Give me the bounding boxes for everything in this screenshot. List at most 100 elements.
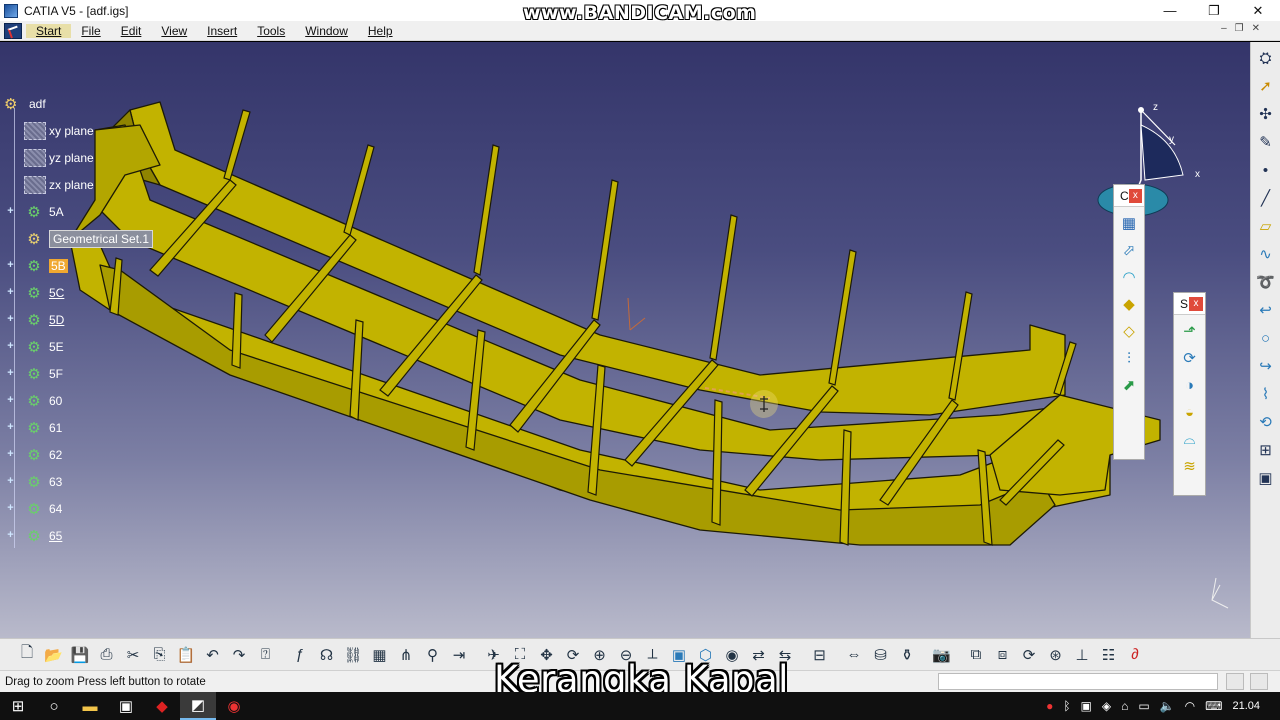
workbench-icon[interactable]: ⛭: [1255, 47, 1277, 69]
tree-node-yz-plane[interactable]: yz plane: [4, 144, 174, 171]
curves-floating-toolbar[interactable]: C x ▦ ⬀ ◠ ◆ ◇ ⫶ ⬈: [1113, 184, 1145, 460]
minimize-button[interactable]: —: [1148, 0, 1192, 21]
status-button-1[interactable]: [1226, 673, 1244, 690]
tray-icon[interactable]: ⌂: [1121, 699, 1128, 713]
tree-node-zx-plane[interactable]: zx plane: [4, 171, 174, 198]
volume-icon[interactable]: 🔈: [1160, 699, 1175, 713]
tree-label[interactable]: 5A: [49, 205, 64, 219]
toolbar-close-button[interactable]: x: [1189, 296, 1203, 311]
tree-label[interactable]: 65: [49, 529, 62, 543]
surfaces-floating-toolbar[interactable]: S x ⬏ ⟳ ◑ ◒ ⌓ ≋: [1173, 292, 1206, 496]
analysis-icon[interactable]: ⌇: [1255, 383, 1277, 405]
render-icon[interactable]: ⧈: [992, 644, 1014, 666]
maximize-button[interactable]: ❐: [1192, 0, 1236, 21]
blend-icon[interactable]: ≋: [1179, 455, 1201, 477]
bandicam-icon[interactable]: ◉: [216, 692, 252, 720]
menu-insert[interactable]: Insert: [197, 24, 247, 38]
formula-icon[interactable]: ƒ: [289, 644, 311, 666]
menu-tools[interactable]: Tools: [247, 24, 295, 38]
command-input[interactable]: [938, 673, 1218, 690]
new-icon[interactable]: 🗋: [16, 644, 38, 666]
tree-node-5b[interactable]: + ⚙ 5B: [4, 252, 174, 279]
parallel-curve-icon[interactable]: ⬈: [1118, 374, 1140, 396]
tree-node-61[interactable]: + ⚙ 61: [4, 414, 174, 441]
menu-view[interactable]: View: [151, 24, 197, 38]
tree-label[interactable]: 64: [49, 502, 62, 516]
tree-label[interactable]: 5F: [49, 367, 63, 381]
menu-window[interactable]: Window: [295, 24, 358, 38]
expand-icon[interactable]: +: [6, 449, 15, 460]
menu-start[interactable]: Start: [26, 23, 72, 38]
paste-icon[interactable]: 📋: [175, 644, 197, 666]
surfaces-view-icon[interactable]: ⧉: [965, 644, 987, 666]
sheet-icon[interactable]: ☷: [1098, 644, 1120, 666]
close-button[interactable]: ✕: [1236, 0, 1280, 21]
tree-node-xy-plane[interactable]: xy plane: [4, 117, 174, 144]
tree-icon[interactable]: ⋔: [395, 644, 417, 666]
material-icon[interactable]: ⛁: [870, 644, 892, 666]
redo-icon[interactable]: ↷: [228, 644, 250, 666]
transform-icon[interactable]: ⟲: [1255, 411, 1277, 433]
clock[interactable]: 21.04: [1232, 700, 1260, 712]
fill-icon[interactable]: ◒: [1179, 401, 1201, 423]
tree-node-5d[interactable]: + ⚙ 5D: [4, 306, 174, 333]
expand-icon[interactable]: +: [6, 476, 15, 487]
expand-icon[interactable]: +: [6, 341, 15, 352]
tree-label[interactable]: 60: [49, 394, 62, 408]
sphere-icon[interactable]: ◑: [1179, 374, 1201, 396]
tree-node-64[interactable]: + ⚙ 64: [4, 495, 174, 522]
loft-icon[interactable]: ⌓: [1179, 428, 1201, 450]
tree-label[interactable]: 61: [49, 421, 62, 435]
stretch-icon[interactable]: ⇔: [843, 644, 865, 666]
extrude-icon[interactable]: ⬏: [1179, 320, 1201, 342]
compass-handle[interactable]: [1138, 107, 1144, 113]
menu-edit[interactable]: Edit: [111, 24, 152, 38]
open-icon[interactable]: 📂: [43, 644, 65, 666]
tree-label[interactable]: 5B: [49, 258, 68, 273]
grid-icon[interactable]: ▦: [1118, 212, 1140, 234]
tree-node-65[interactable]: + ⚙ 65: [4, 522, 174, 549]
tree-node-63[interactable]: + ⚙ 63: [4, 468, 174, 495]
tree-node-62[interactable]: + ⚙ 62: [4, 441, 174, 468]
tree-label[interactable]: 63: [49, 475, 62, 489]
bluetooth-icon[interactable]: ᛒ: [1063, 699, 1070, 713]
pdf-reader-icon[interactable]: ◆: [144, 692, 180, 720]
doc-close-button[interactable]: ✕: [1252, 23, 1260, 34]
menu-file[interactable]: File: [71, 24, 110, 38]
catalog-icon[interactable]: ▣: [1255, 467, 1277, 489]
3d-viewport[interactable]: ⚙ adf xy plane yz plane zx plane + ⚙ 5A …: [0, 42, 1250, 638]
tree-root-label[interactable]: adf: [29, 97, 46, 111]
expand-icon[interactable]: +: [6, 530, 15, 541]
chat-icon[interactable]: ◈: [1102, 699, 1111, 713]
status-button-2[interactable]: [1250, 673, 1268, 690]
plane-tool-icon[interactable]: ▱: [1255, 215, 1277, 237]
axis-system-icon[interactable]: ⊥: [1071, 644, 1093, 666]
tree-label[interactable]: yz plane: [49, 151, 94, 165]
tree-root[interactable]: ⚙ adf: [4, 90, 174, 117]
intersection-icon[interactable]: ◠: [1118, 266, 1140, 288]
menu-help[interactable]: Help: [358, 24, 403, 38]
doc-restore-button[interactable]: ❐: [1235, 23, 1244, 34]
layout-icon[interactable]: ⊟: [809, 644, 831, 666]
sketch-icon[interactable]: ✎: [1255, 131, 1277, 153]
app-tray-icon[interactable]: ▣: [1081, 699, 1092, 713]
expand-icon[interactable]: +: [6, 314, 15, 325]
undo-icon[interactable]: ↶: [202, 644, 224, 666]
catia-logo-icon[interactable]: [4, 22, 22, 39]
tree-label[interactable]: 62: [49, 448, 62, 462]
print-icon[interactable]: ⎙: [96, 644, 118, 666]
language-icon[interactable]: ⌨: [1205, 699, 1222, 713]
toolbar-close-button[interactable]: x: [1128, 188, 1142, 203]
calculator-icon[interactable]: ▣: [108, 692, 144, 720]
copy-icon[interactable]: ⎘: [149, 644, 171, 666]
expand-icon[interactable]: +: [6, 368, 15, 379]
line-icon[interactable]: ╱: [1255, 187, 1277, 209]
windows-start-icon[interactable]: ⊞: [0, 692, 36, 720]
expand-icon[interactable]: +: [6, 503, 15, 514]
split-icon[interactable]: ⫶: [1118, 347, 1140, 369]
search-icon[interactable]: ○: [36, 692, 72, 720]
expand-icon[interactable]: +: [6, 422, 15, 433]
doc-minimize-button[interactable]: –: [1221, 23, 1227, 34]
point-icon[interactable]: •: [1255, 159, 1277, 181]
tree-node-5f[interactable]: + ⚙ 5F: [4, 360, 174, 387]
